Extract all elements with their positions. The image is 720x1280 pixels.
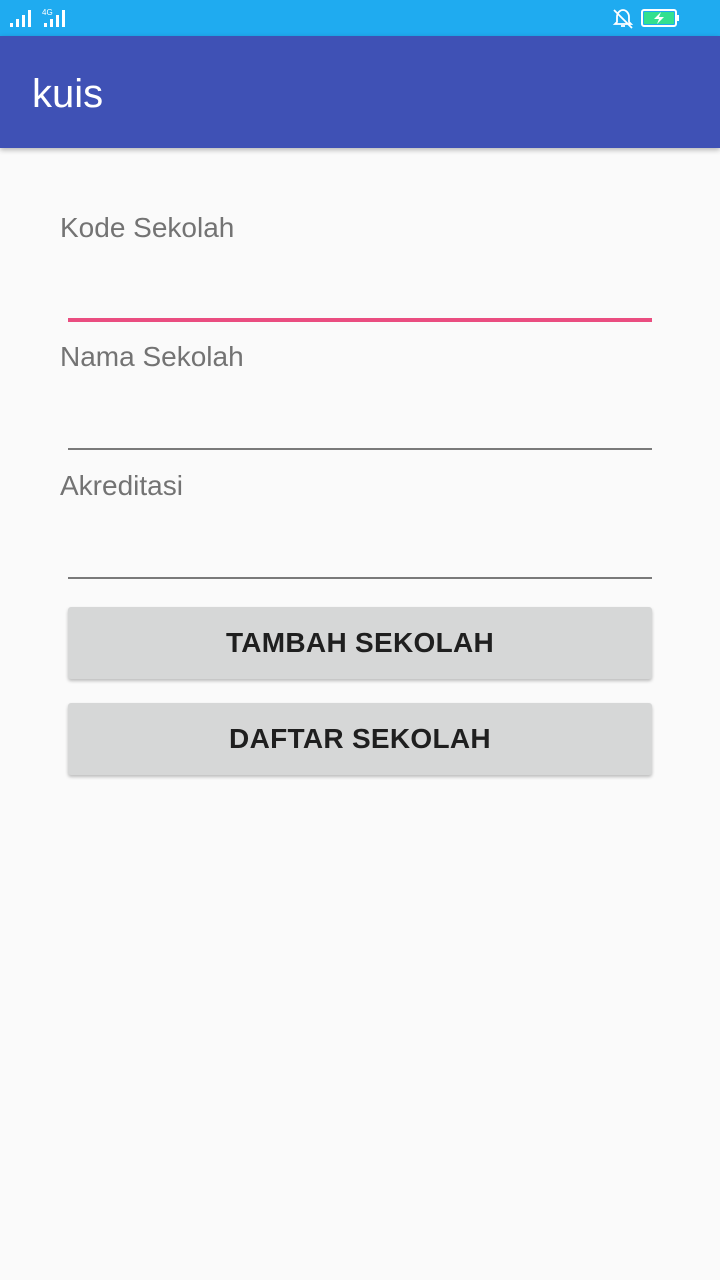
- nama-sekolah-input[interactable]: [68, 391, 652, 447]
- tambah-sekolah-button[interactable]: TAMBAH SEKOLAH: [68, 607, 652, 679]
- app-bar: kuis: [0, 36, 720, 148]
- kode-sekolah-underline: [68, 318, 652, 322]
- app-title: kuis: [32, 72, 104, 116]
- kode-sekolah-label: Kode Sekolah: [60, 212, 235, 243]
- network-type-label: 4G: [42, 8, 53, 17]
- kode-sekolah-input[interactable]: [68, 262, 652, 318]
- akreditasi-input[interactable]: [68, 520, 652, 576]
- daftar-sekolah-button[interactable]: DAFTAR SEKOLAH: [68, 703, 652, 775]
- battery-charging-icon: [641, 9, 679, 27]
- status-bar: 4G: [0, 0, 720, 36]
- nama-sekolah-underline: [68, 448, 652, 450]
- akreditasi-label: Akreditasi: [60, 470, 183, 501]
- nama-sekolah-label: Nama Sekolah: [60, 341, 244, 372]
- notifications-off-icon: [612, 9, 634, 29]
- akreditasi-underline: [68, 577, 652, 579]
- signal-icon: 4G: [10, 8, 65, 27]
